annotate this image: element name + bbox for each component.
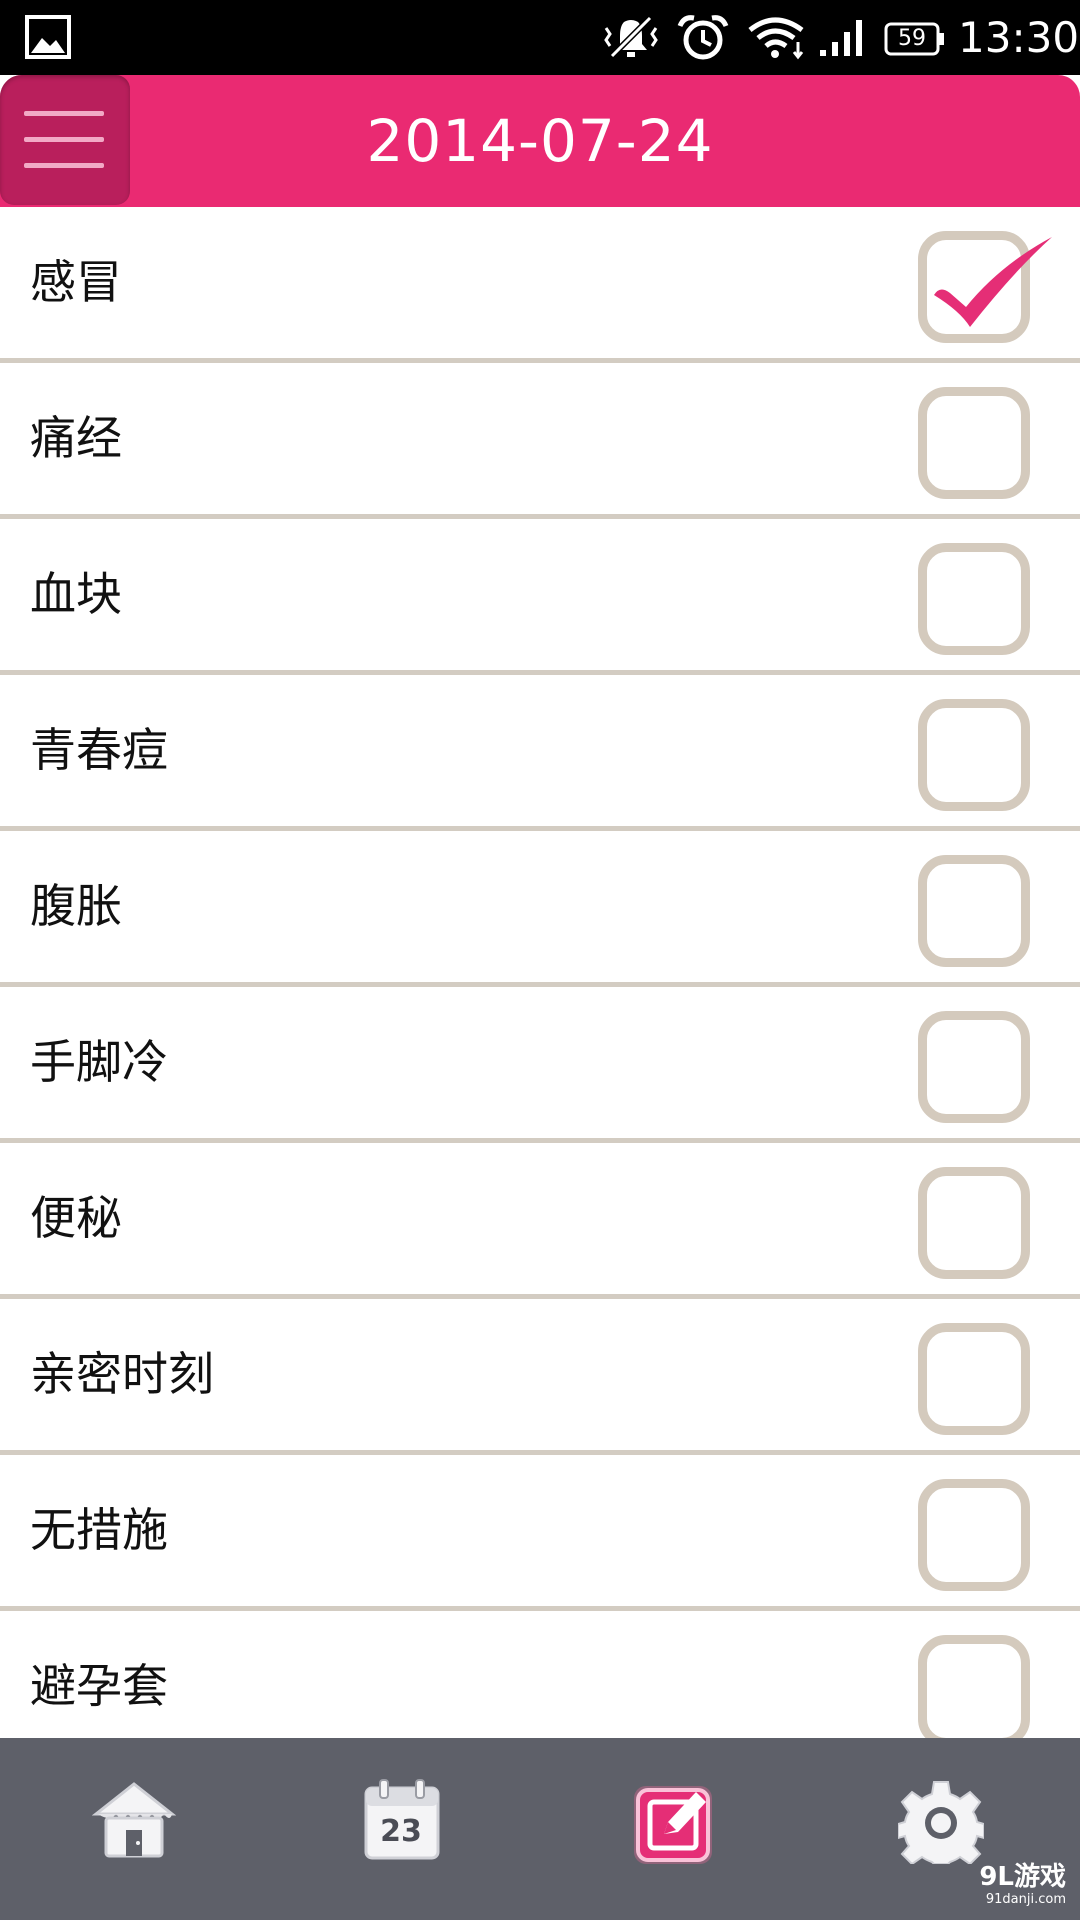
- symptom-checkbox[interactable]: [918, 1167, 1030, 1279]
- home-icon: [91, 1782, 177, 1858]
- symptom-label: 感冒: [30, 255, 122, 309]
- symptom-checkbox[interactable]: [918, 1635, 1030, 1738]
- symptom-checkbox[interactable]: [918, 1479, 1030, 1591]
- symptom-label: 避孕套: [30, 1659, 168, 1713]
- symptom-checkbox[interactable]: [918, 855, 1030, 967]
- symptom-label: 无措施: [30, 1503, 168, 1557]
- list-item[interactable]: 避孕套: [0, 1611, 1080, 1738]
- list-item[interactable]: 亲密时刻: [0, 1299, 1080, 1455]
- symptom-checkbox[interactable]: [918, 699, 1030, 811]
- gallery-icon: [25, 15, 71, 59]
- status-time: 13:30: [958, 13, 1080, 62]
- tab-home[interactable]: [91, 1778, 182, 1868]
- gear-icon: [897, 1781, 985, 1866]
- edit-note-icon: [634, 1786, 712, 1864]
- symptom-checkbox[interactable]: [918, 543, 1030, 655]
- checkmark-icon: [934, 237, 1052, 327]
- app-header: 2014-07-24: [0, 75, 1080, 207]
- list-item[interactable]: 便秘: [0, 1143, 1080, 1299]
- tab-calendar[interactable]: 23: [362, 1778, 452, 1868]
- mute-icon: [604, 15, 658, 59]
- date-title: 2014-07-24: [366, 107, 714, 175]
- signal-icon: [820, 20, 862, 56]
- tab-edit[interactable]: [630, 1778, 720, 1868]
- watermark-url: 91danji.com: [985, 1892, 1066, 1907]
- symptom-checkbox[interactable]: [918, 1323, 1030, 1435]
- status-bar: 59 13:30: [0, 0, 1080, 75]
- list-item[interactable]: 感冒: [0, 207, 1080, 363]
- symptom-label: 痛经: [30, 411, 122, 465]
- symptom-label: 亲密时刻: [30, 1347, 214, 1401]
- watermark: 9L游戏 91danji.com: [916, 1862, 1066, 1912]
- alarm-icon: [677, 15, 729, 60]
- symptom-checkbox[interactable]: [918, 1011, 1030, 1123]
- list-item[interactable]: 无措施: [0, 1455, 1080, 1611]
- symptom-checkbox[interactable]: [918, 387, 1030, 499]
- list-item[interactable]: 腹胀: [0, 831, 1080, 987]
- list-item[interactable]: 血块: [0, 519, 1080, 675]
- list-item[interactable]: 痛经: [0, 363, 1080, 519]
- symptom-label: 青春痘: [30, 723, 168, 777]
- symptom-label: 血块: [30, 567, 122, 621]
- list-item[interactable]: 手脚冷: [0, 987, 1080, 1143]
- battery-level: 59: [898, 26, 926, 51]
- tab-settings[interactable]: [897, 1778, 988, 1868]
- list-item[interactable]: 青春痘: [0, 675, 1080, 831]
- bottom-nav: 23 9L游戏 91danji.com: [0, 1738, 1080, 1920]
- symptom-label: 腹胀: [30, 879, 122, 933]
- calendar-day: 23: [380, 1814, 422, 1849]
- symptom-label: 便秘: [30, 1191, 122, 1245]
- battery-icon: 59: [884, 22, 946, 56]
- symptom-list: 感冒 痛经 血块 青春痘 腹胀 手脚冷 便秘 亲密时刻 无措施 避孕套: [0, 207, 1080, 1738]
- wifi-icon: [748, 17, 804, 60]
- symptom-label: 手脚冷: [30, 1035, 168, 1089]
- watermark-main: 9L游戏: [979, 1862, 1066, 1892]
